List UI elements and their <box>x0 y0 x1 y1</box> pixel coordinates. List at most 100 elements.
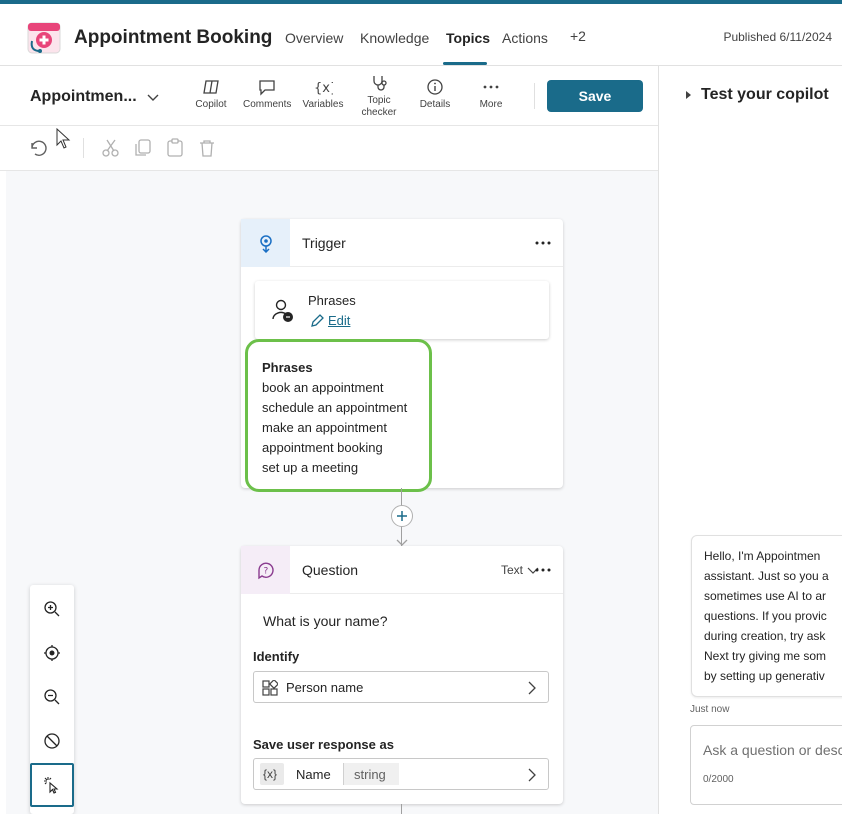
details-button[interactable]: Details <box>411 78 459 111</box>
chevron-down-icon[interactable] <box>146 90 160 104</box>
svg-text:{x}: {x} <box>314 81 333 96</box>
variables-button[interactable]: {x} Variables <box>299 78 347 111</box>
info-icon <box>427 79 443 95</box>
bot-message: Hello, I'm Appointmen assistant. Just so… <box>691 535 842 697</box>
variable-type: string <box>354 767 386 782</box>
question-prompt[interactable]: What is your name? <box>263 613 388 629</box>
test-panel-title[interactable]: Test your copilot <box>701 86 829 104</box>
select-mode-button[interactable] <box>30 763 74 807</box>
more-label: More <box>479 99 503 110</box>
question-title: Question <box>302 562 359 578</box>
cut-icon[interactable] <box>100 137 122 159</box>
question-node[interactable]: ? Question Text What is your name? Ident… <box>241 546 563 804</box>
add-node-button[interactable] <box>391 505 413 527</box>
authoring-canvas[interactable]: Trigger Phrases Edit Phrases book an app… <box>6 171 658 814</box>
more-button[interactable]: More <box>467 78 515 111</box>
trigger-title: Trigger <box>302 235 346 251</box>
details-label: Details <box>419 99 451 110</box>
chevron-right-icon <box>528 681 536 695</box>
comments-button[interactable]: Comments <box>243 78 291 111</box>
identify-value: Person name <box>286 680 364 695</box>
comment-icon <box>259 80 275 96</box>
response-type-select[interactable]: Text <box>501 563 523 577</box>
phrases-card[interactable]: Phrases Edit <box>255 281 549 339</box>
published-status: Published 6/11/2024 <box>723 30 832 44</box>
variable-type-box: string <box>343 763 399 785</box>
bot-message-line: Hello, I'm Appointmen <box>704 549 821 563</box>
question-icon-box: ? <box>241 546 290 594</box>
phrases-card-title: Phrases <box>308 293 356 308</box>
target-icon <box>44 645 60 661</box>
topic-checker-button[interactable]: Topic checker <box>355 74 403 119</box>
hide-minimap-button[interactable] <box>30 719 74 763</box>
char-counter: 0/2000 <box>703 774 734 785</box>
tab-actions[interactable]: Actions <box>502 30 548 46</box>
trigger-node-header: Trigger <box>241 219 563 267</box>
tab-overview[interactable]: Overview <box>285 30 343 46</box>
copilot-button[interactable]: Copilot <box>187 78 235 111</box>
prohibited-icon <box>44 733 60 749</box>
undo-icon[interactable] <box>26 137 48 159</box>
zoom-in-icon <box>44 601 60 617</box>
topic-checker-label: Topic checker <box>361 95 397 118</box>
variable-symbol-box: {x} <box>260 763 284 785</box>
phrases-popup-title: Phrases <box>262 360 313 375</box>
edit-divider <box>83 138 84 158</box>
save-response-label: Save user response as <box>253 737 394 752</box>
more-icon[interactable] <box>533 560 553 580</box>
chat-input[interactable]: Ask a question or desc 0/2000 <box>690 725 842 805</box>
phrase-item: make an appointment <box>262 420 388 435</box>
save-variable-field[interactable]: {x} Name string <box>253 758 549 790</box>
pencil-icon <box>311 314 324 327</box>
variable-name: Name <box>296 767 331 782</box>
comments-label: Comments <box>243 99 292 110</box>
save-button[interactable]: Save <box>547 80 643 112</box>
zoom-out-icon <box>44 689 60 705</box>
zoom-in-button[interactable] <box>30 587 74 631</box>
bot-message-line: sometimes use AI to ar <box>704 589 827 603</box>
svg-text:?: ? <box>264 567 269 577</box>
bot-message-line: Next try giving me som <box>704 649 827 663</box>
phrases-preview-popup: Phrases book an appointment schedule an … <box>245 339 432 492</box>
trigger-icon-box <box>241 219 290 267</box>
tab-knowledge[interactable]: Knowledge <box>360 30 429 46</box>
more-icon <box>483 85 499 89</box>
topic-name[interactable]: Appointmen... <box>30 88 137 106</box>
tab-more-count[interactable]: +2 <box>570 28 586 44</box>
copilot-label: Copilot <box>195 99 227 110</box>
question-node-header: ? Question Text <box>241 546 563 594</box>
chevron-right-icon <box>528 768 536 782</box>
chat-input-placeholder: Ask a question or desc <box>703 742 842 758</box>
copy-icon[interactable] <box>132 137 154 159</box>
phrase-item: schedule an appointment <box>262 400 408 415</box>
variable-symbol: {x} <box>263 767 278 781</box>
question-bubble-icon: ? <box>258 562 274 580</box>
edit-toolbar <box>0 126 658 171</box>
edit-phrases-link[interactable]: Edit <box>328 313 350 328</box>
caret-right-icon[interactable] <box>684 91 692 99</box>
editor-toolbar: Appointmen... Copilot Comments {x} Varia… <box>0 66 658 126</box>
bot-message-line: during creation, try ask <box>704 629 826 643</box>
entity-icon <box>262 680 278 696</box>
paste-icon[interactable] <box>164 137 186 159</box>
identify-entity-field[interactable]: Person name <box>253 671 549 703</box>
more-icon[interactable] <box>533 233 553 253</box>
toolbar-divider <box>534 83 535 109</box>
phrase-item: set up a meeting <box>262 460 359 475</box>
person-chat-icon <box>272 299 293 322</box>
identify-label: Identify <box>253 649 300 664</box>
delete-icon[interactable] <box>196 137 218 159</box>
message-timestamp: Just now <box>690 704 730 715</box>
zoom-out-button[interactable] <box>30 675 74 719</box>
bot-message-line: questions. If you provic <box>704 609 827 623</box>
test-copilot-panel: Test your copilot Hello, I'm Appointmen … <box>660 66 842 814</box>
tab-topics[interactable]: Topics <box>446 30 490 46</box>
recenter-button[interactable] <box>30 631 74 675</box>
variables-icon: {x} <box>314 81 333 96</box>
copilot-icon <box>203 80 219 94</box>
node-connector <box>401 804 402 814</box>
zoom-controls <box>30 585 74 814</box>
app-header: Appointment Booking Overview Knowledge T… <box>0 4 842 66</box>
app-title: Appointment Booking <box>74 27 273 48</box>
lightbulb-icon <box>260 235 272 253</box>
